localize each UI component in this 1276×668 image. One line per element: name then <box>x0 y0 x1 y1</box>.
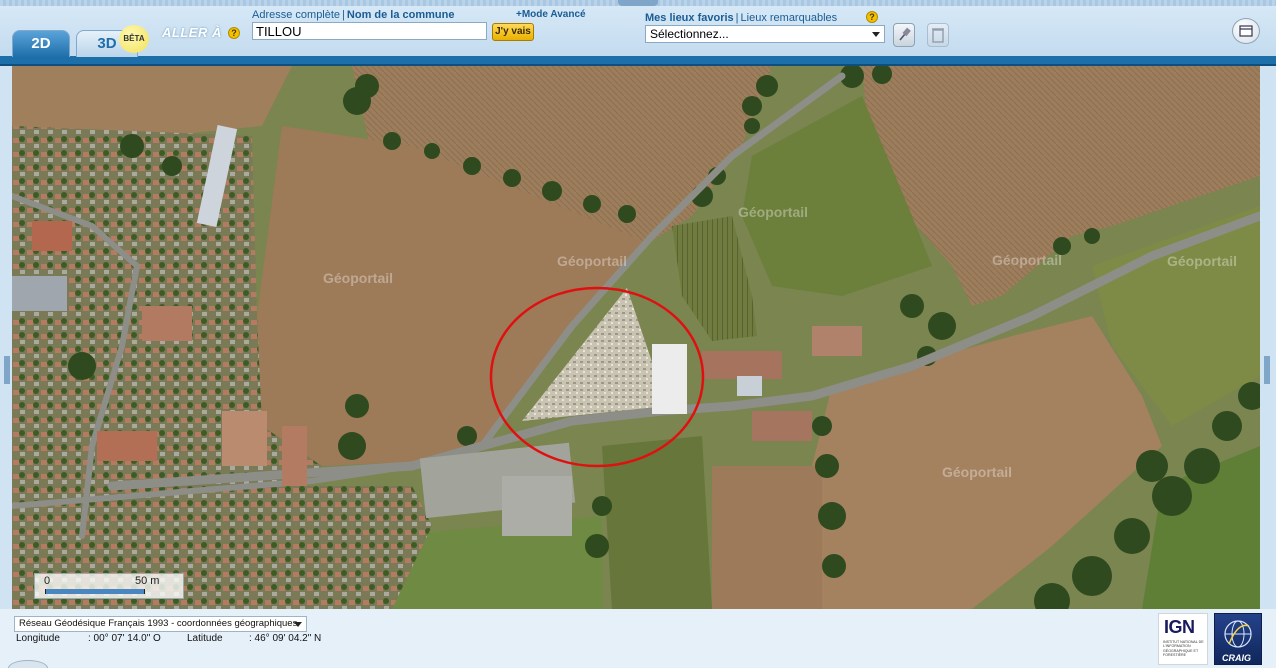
geoportail-app: 2D 3D BÊTA ALLER À ? Adresse complète | No… <box>0 0 1276 668</box>
favorites-link[interactable]: Mes lieux favoris <box>645 12 734 24</box>
favorites-select-value: Sélectionnez... <box>650 27 729 41</box>
separator: | <box>735 12 739 24</box>
map-watermark: Géoportail <box>942 464 1012 480</box>
favorites-links: Mes lieux favoris | Lieux remarquables <box>645 12 837 24</box>
ign-logo[interactable]: IGN INSTITUT NATIONAL DE L'INFORMATION G… <box>1158 613 1208 665</box>
trash-icon <box>932 28 944 43</box>
scale-bar: 0 50 m <box>34 573 184 599</box>
go-button[interactable]: J'y vais <box>492 23 534 41</box>
separator: | <box>342 9 345 21</box>
tab-2d[interactable]: 2D <box>12 30 70 57</box>
chevron-down-icon <box>294 622 302 627</box>
remarkable-places-link[interactable]: Lieux remarquables <box>741 12 838 24</box>
help-icon[interactable]: ? <box>228 27 240 39</box>
ign-logo-text: IGN <box>1164 617 1195 637</box>
window-toggle-button[interactable] <box>1232 18 1260 44</box>
pin-button[interactable] <box>893 23 915 47</box>
toolbar-bottom-border <box>0 56 1276 66</box>
pin-icon <box>899 27 911 41</box>
left-panel-handle[interactable] <box>4 356 10 384</box>
globe-icon <box>1224 620 1252 648</box>
scale-line <box>45 589 145 594</box>
aerial-imagery: Géoportail Géoportail Géoportail Géoport… <box>12 66 1260 609</box>
craig-logo-text: CRAIG <box>1222 653 1251 663</box>
crs-select[interactable]: Réseau Géodésique Français 1993 - coordo… <box>14 616 307 632</box>
longitude-label: Longitude <box>16 633 60 644</box>
aller-a-label: ALLER À <box>162 25 222 40</box>
longitude-value: : 00° 07' 14.0" O <box>88 633 161 644</box>
chevron-down-icon <box>872 32 880 37</box>
craig-logo[interactable]: CRAIG <box>1214 613 1262 665</box>
window-icon <box>1239 25 1253 37</box>
address-mode-links: Adresse complète | Nom de la commune <box>252 9 454 21</box>
latitude-label: Latitude <box>187 633 223 644</box>
search-input[interactable] <box>252 22 487 40</box>
trash-button[interactable] <box>927 23 949 47</box>
commune-name-link[interactable]: Nom de la commune <box>347 9 455 21</box>
address-full-link[interactable]: Adresse complète <box>252 9 340 21</box>
scale-distance-label: 50 m <box>135 575 160 587</box>
beta-badge: BÊTA <box>119 25 149 53</box>
map-watermark: Géoportail <box>557 253 627 269</box>
right-panel-handle[interactable] <box>1264 356 1270 384</box>
map-watermark: Géoportail <box>738 204 808 220</box>
aerial-map[interactable]: Géoportail Géoportail Géoportail Géoport… <box>12 66 1260 609</box>
footer: Réseau Géodésique Français 1993 - coordo… <box>0 609 1276 668</box>
crs-select-value: Réseau Géodésique Français 1993 - coordo… <box>19 618 298 629</box>
latitude-value: : 46° 09' 04.2" N <box>249 633 322 644</box>
favorites-select[interactable]: Sélectionnez... <box>645 25 885 43</box>
scale-zero-label: 0 <box>44 575 51 587</box>
map-watermark: Géoportail <box>992 252 1062 268</box>
map-watermark: Géoportail <box>323 270 393 286</box>
advanced-mode-link[interactable]: +Mode Avancé <box>516 9 586 20</box>
help-icon[interactable]: ? <box>866 11 878 23</box>
map-watermark: Géoportail <box>1167 253 1237 269</box>
ign-logo-subtext: INSTITUT NATIONAL DE L'INFORMATION GÉOGR… <box>1163 640 1204 658</box>
